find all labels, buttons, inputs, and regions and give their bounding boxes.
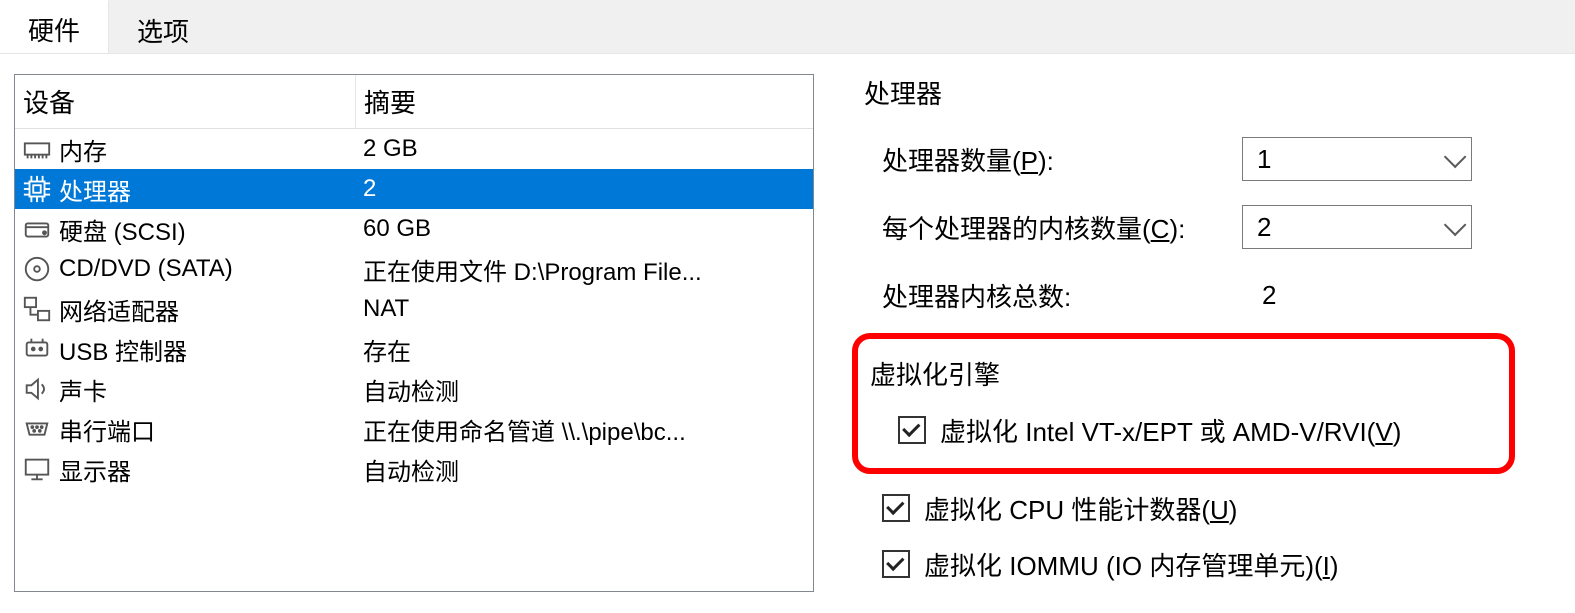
device-header-summary[interactable]: 摘要 bbox=[355, 75, 813, 128]
device-table: 设备 摘要 内存 2 GB bbox=[14, 74, 814, 592]
device-label: 网络适配器 bbox=[59, 292, 179, 327]
device-row-memory[interactable]: 内存 2 GB bbox=[15, 129, 813, 169]
cores-per-row: 每个处理器的内核数量(C): 2 bbox=[882, 193, 1575, 261]
device-label: 硬盘 (SCSI) bbox=[59, 212, 186, 247]
hdd-icon bbox=[19, 211, 55, 247]
tab-options[interactable]: 选项 bbox=[109, 0, 217, 53]
device-label: 串行端口 bbox=[59, 412, 155, 447]
device-summary: NAT bbox=[363, 295, 813, 323]
device-summary: 正在使用文件 D:\Program File... bbox=[363, 252, 813, 287]
device-label: 内存 bbox=[59, 132, 107, 167]
processor-settings-panel: 处理器 处理器数量(P): 1 每个处理器的内核数量(C): 2 处理器内核总数… bbox=[852, 74, 1575, 592]
processor-group-title: 处理器 bbox=[864, 74, 1575, 111]
virt-cpu-counters-checkbox[interactable] bbox=[882, 494, 910, 522]
total-cores-value: 2 bbox=[1242, 280, 1276, 311]
virt-iommu-checkbox[interactable] bbox=[882, 550, 910, 578]
device-summary: 2 bbox=[363, 175, 813, 203]
device-table-header: 设备 摘要 bbox=[15, 75, 813, 129]
virt-vt-x-label: 虚拟化 Intel VT-x/EPT 或 AMD-V/RVI(V) bbox=[940, 412, 1401, 449]
sound-icon bbox=[19, 371, 55, 407]
total-cores-row: 处理器内核总数: 2 bbox=[882, 261, 1575, 329]
device-summary: 存在 bbox=[363, 332, 813, 367]
device-summary: 自动检测 bbox=[363, 372, 813, 407]
chevron-down-icon bbox=[1444, 214, 1467, 237]
cores-per-value: 2 bbox=[1257, 212, 1271, 243]
device-summary: 60 GB bbox=[363, 215, 813, 243]
virt-group-title: 虚拟化引擎 bbox=[870, 355, 1499, 392]
virtualization-highlight-box: 虚拟化引擎 虚拟化 Intel VT-x/EPT 或 AMD-V/RVI(V) bbox=[852, 333, 1515, 474]
total-cores-label: 处理器内核总数: bbox=[882, 277, 1242, 314]
device-summary: 2 GB bbox=[363, 135, 813, 163]
cd-icon bbox=[19, 251, 55, 287]
device-summary: 自动检测 bbox=[363, 452, 813, 487]
device-header-device[interactable]: 设备 bbox=[15, 75, 355, 128]
device-row-display[interactable]: 显示器 自动检测 bbox=[15, 449, 813, 489]
device-summary: 正在使用命名管道 \\.\pipe\bc... bbox=[363, 412, 813, 447]
virt-vt-x-checkbox[interactable] bbox=[898, 416, 926, 444]
cores-per-select[interactable]: 2 bbox=[1242, 205, 1472, 249]
virt-cpu-counters-row[interactable]: 虚拟化 CPU 性能计数器(U) bbox=[882, 480, 1575, 536]
tab-hardware[interactable]: 硬件 bbox=[0, 0, 109, 53]
cpu-icon bbox=[19, 171, 55, 207]
virt-iommu-label: 虚拟化 IOMMU (IO 内存管理单元)(I) bbox=[924, 546, 1339, 583]
num-processors-label: 处理器数量(P): bbox=[882, 141, 1242, 178]
device-label: 处理器 bbox=[59, 172, 131, 207]
device-row-hdd[interactable]: 硬盘 (SCSI) 60 GB bbox=[15, 209, 813, 249]
device-row-cddvd[interactable]: CD/DVD (SATA) 正在使用文件 D:\Program File... bbox=[15, 249, 813, 289]
num-processors-row: 处理器数量(P): 1 bbox=[882, 125, 1575, 193]
display-icon bbox=[19, 451, 55, 487]
cores-per-label: 每个处理器的内核数量(C): bbox=[882, 209, 1242, 246]
device-label: 显示器 bbox=[59, 452, 131, 487]
network-icon bbox=[19, 291, 55, 327]
device-row-usb[interactable]: USB 控制器 存在 bbox=[15, 329, 813, 369]
serial-icon bbox=[19, 411, 55, 447]
device-label: 声卡 bbox=[59, 372, 107, 407]
virt-iommu-row[interactable]: 虚拟化 IOMMU (IO 内存管理单元)(I) bbox=[882, 536, 1575, 592]
device-label: USB 控制器 bbox=[59, 332, 187, 367]
device-label: CD/DVD (SATA) bbox=[59, 255, 233, 283]
num-processors-value: 1 bbox=[1257, 144, 1271, 175]
tab-bar: 硬件 选项 bbox=[0, 0, 1575, 54]
memory-icon bbox=[19, 131, 55, 167]
device-row-network[interactable]: 网络适配器 NAT bbox=[15, 289, 813, 329]
device-row-processor[interactable]: 处理器 2 bbox=[15, 169, 813, 209]
virt-vt-x-row[interactable]: 虚拟化 Intel VT-x/EPT 或 AMD-V/RVI(V) bbox=[898, 402, 1499, 458]
chevron-down-icon bbox=[1444, 146, 1467, 169]
num-processors-select[interactable]: 1 bbox=[1242, 137, 1472, 181]
device-row-serial[interactable]: 串行端口 正在使用命名管道 \\.\pipe\bc... bbox=[15, 409, 813, 449]
virt-cpu-counters-label: 虚拟化 CPU 性能计数器(U) bbox=[924, 490, 1237, 527]
device-row-sound[interactable]: 声卡 自动检测 bbox=[15, 369, 813, 409]
usb-icon bbox=[19, 331, 55, 367]
